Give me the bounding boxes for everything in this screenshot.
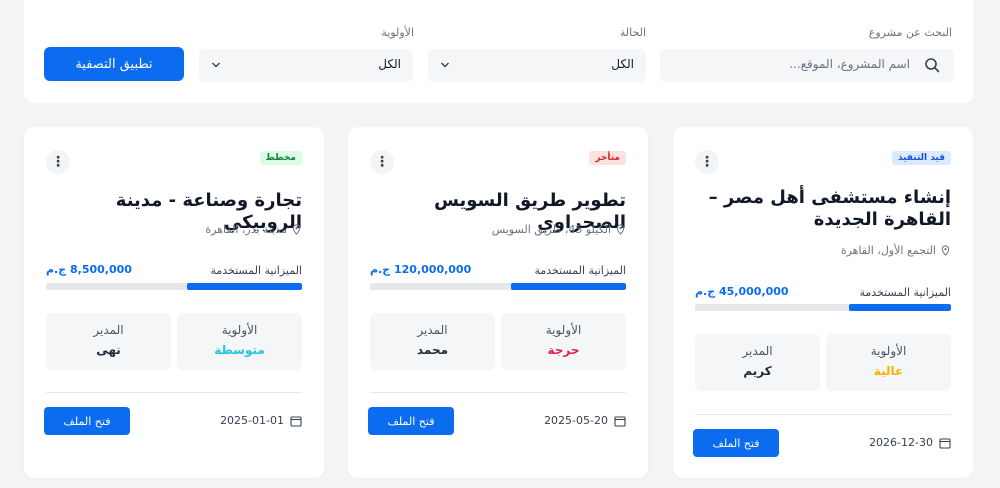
priority-key: الأولوية xyxy=(545,323,582,337)
budget-progress-bar xyxy=(370,283,626,290)
priority-value: متوسطة xyxy=(214,343,265,357)
priority-select[interactable]: الكل xyxy=(199,49,413,82)
filter-bar: البحث عن مشروع اسم المشروع، الموقع... ال… xyxy=(24,0,974,103)
date-text: 2025-05-20 xyxy=(544,414,608,427)
open-file-button[interactable]: فتح الملف xyxy=(368,407,454,435)
more-options-icon[interactable]: ⋮ xyxy=(370,150,394,174)
location-text: التجمع الأول، القاهرة xyxy=(840,244,936,257)
budget-value: 8,500,000 ج.م xyxy=(46,263,132,276)
priority-key: الأولوية xyxy=(870,344,907,358)
calendar-icon xyxy=(614,415,626,427)
project-date: 2025-01-01 xyxy=(220,414,302,427)
status-badge: قيد التنفيذ xyxy=(891,151,951,165)
open-file-button[interactable]: فتح الملف xyxy=(44,407,130,435)
budget-progress-fill xyxy=(848,304,951,311)
budget-progress-fill xyxy=(186,283,302,290)
location-pin-icon xyxy=(616,224,625,235)
manager-value: نهى xyxy=(96,343,121,357)
priority-box: الأولوية حرجة xyxy=(501,313,626,370)
budget-value: 120,000,000 ج.م xyxy=(370,263,472,276)
project-card: متأخر ⋮ تطوير طريق السويس الصحراوي الكيل… xyxy=(348,127,648,478)
priority-label: الأولوية xyxy=(381,26,414,39)
manager-box: المدير نهى xyxy=(46,313,171,370)
search-label: البحث عن مشروع xyxy=(868,26,952,39)
priority-box: الأولوية عالية xyxy=(826,334,951,391)
budget-progress-fill xyxy=(510,283,626,290)
more-options-icon[interactable]: ⋮ xyxy=(46,150,70,174)
manager-box: المدير محمد xyxy=(370,313,495,370)
project-title: إنشاء مستشفى أهل مصر – القاهرة الجديدة xyxy=(708,187,951,230)
location-pin-icon xyxy=(292,224,301,235)
location-pin-icon xyxy=(941,245,950,256)
location-text: مدينة بدر، القاهرة xyxy=(205,223,287,236)
open-file-button[interactable]: فتح الملف xyxy=(693,429,779,457)
manager-value: كريم xyxy=(743,364,772,378)
project-location: الكيلو 45، طريق السويس xyxy=(492,223,626,236)
priority-box: الأولوية متوسطة xyxy=(177,313,302,370)
budget-progress-bar xyxy=(695,304,951,311)
project-location: التجمع الأول، القاهرة xyxy=(841,244,951,257)
project-date: 2025-05-20 xyxy=(544,414,626,427)
project-card: قيد التنفيذ ⋮ إنشاء مستشفى أهل مصر – الق… xyxy=(673,127,973,478)
priority-value: حرجة xyxy=(547,343,580,357)
status-select[interactable]: الكل xyxy=(428,49,646,82)
date-text: 2025-01-01 xyxy=(220,414,284,427)
priority-value: عالية xyxy=(873,364,904,378)
calendar-icon xyxy=(939,437,951,449)
project-date: 2026-12-30 xyxy=(869,436,951,449)
search-placeholder: اسم المشروع، الموقع... xyxy=(789,57,910,71)
manager-value: محمد xyxy=(416,343,449,357)
status-badge: مخطط xyxy=(259,151,302,165)
search-input[interactable]: اسم المشروع، الموقع... xyxy=(660,49,954,82)
status-label: الحالة xyxy=(619,26,646,39)
divider xyxy=(695,414,951,415)
manager-key: المدير xyxy=(93,323,124,337)
budget-label: الميزانية المستخدمة xyxy=(534,264,626,277)
priority-key: الأولوية xyxy=(221,323,258,337)
budget-label: الميزانية المستخدمة xyxy=(859,286,951,299)
project-card: مخطط ⋮ تجارة وصناعة - مدينة الروبيكي مدي… xyxy=(24,127,324,478)
calendar-icon xyxy=(290,415,302,427)
status-badge: متأخر xyxy=(589,151,626,165)
manager-key: المدير xyxy=(417,323,448,337)
divider xyxy=(46,392,302,393)
divider xyxy=(370,392,626,393)
manager-key: المدير xyxy=(742,344,773,358)
more-options-icon[interactable]: ⋮ xyxy=(695,150,719,174)
apply-filter-button[interactable]: تطبيق التصفية xyxy=(44,47,184,81)
status-value: الكل xyxy=(611,57,634,71)
priority-value: الكل xyxy=(378,57,401,71)
budget-progress-bar xyxy=(46,283,302,290)
chevron-down-icon xyxy=(441,62,449,68)
budget-label: الميزانية المستخدمة xyxy=(210,264,302,277)
budget-value: 45,000,000 ج.م xyxy=(695,285,789,298)
date-text: 2026-12-30 xyxy=(869,436,933,449)
manager-box: المدير كريم xyxy=(695,334,820,391)
location-text: الكيلو 45، طريق السويس xyxy=(491,223,611,236)
search-icon xyxy=(925,58,940,73)
chevron-down-icon xyxy=(212,62,220,68)
project-location: مدينة بدر، القاهرة xyxy=(205,223,302,236)
